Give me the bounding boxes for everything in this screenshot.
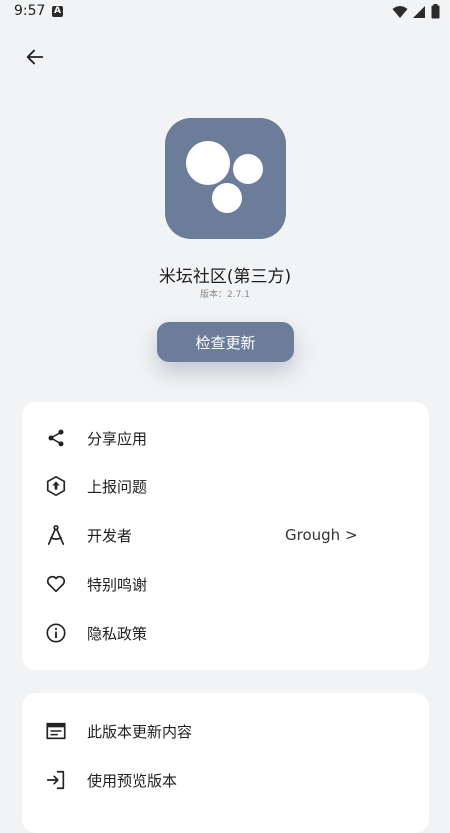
status-time: 9:57: [14, 3, 46, 19]
status-bar: 9:57 A: [0, 0, 450, 24]
back-button[interactable]: [18, 40, 52, 74]
menu-card-main: 分享应用 上报问题 开发者 Grough > 特别鸣谢 隐私政策: [22, 402, 429, 670]
menu-label: 上报问题: [87, 477, 148, 496]
calendar-icon: [44, 719, 68, 743]
report-icon: [44, 474, 68, 498]
check-update-button[interactable]: 检查更新: [157, 322, 294, 362]
menu-item-thanks[interactable]: 特别鸣谢: [22, 562, 429, 606]
menu-label: 使用预览版本: [87, 771, 178, 790]
share-icon: [44, 426, 68, 450]
app-logo: [165, 118, 286, 239]
login-icon: [44, 768, 68, 792]
app-name: 米坛社区(第三方): [158, 267, 292, 287]
status-icons: [392, 4, 440, 23]
menu-item-privacy[interactable]: 隐私政策: [22, 611, 429, 655]
menu-label: 特别鸣谢: [87, 575, 148, 594]
menu-label: 开发者: [87, 526, 133, 545]
a-notification-icon: A: [52, 6, 63, 17]
arrow-left-icon: [26, 49, 44, 65]
battery-icon: [431, 4, 440, 23]
wifi-icon: [392, 4, 408, 23]
menu-item-report[interactable]: 上报问题: [22, 464, 429, 508]
menu-item-developer[interactable]: 开发者 Grough >: [22, 513, 429, 557]
menu-label: 分享应用: [87, 429, 148, 448]
menu-card-version: 此版本更新内容 使用预览版本: [22, 693, 429, 833]
app-version: 版本：2.7.1: [200, 290, 250, 300]
compass-icon: [44, 523, 68, 547]
menu-item-changelog[interactable]: 此版本更新内容: [22, 709, 429, 753]
signal-icon: [413, 4, 426, 23]
menu-item-share[interactable]: 分享应用: [22, 416, 429, 460]
heart-icon: [44, 572, 68, 596]
developer-name-value: Grough >: [285, 526, 358, 544]
menu-label: 隐私政策: [87, 624, 148, 643]
menu-label: 此版本更新内容: [87, 722, 193, 741]
menu-item-preview[interactable]: 使用预览版本: [22, 758, 429, 802]
info-icon: [44, 621, 68, 645]
